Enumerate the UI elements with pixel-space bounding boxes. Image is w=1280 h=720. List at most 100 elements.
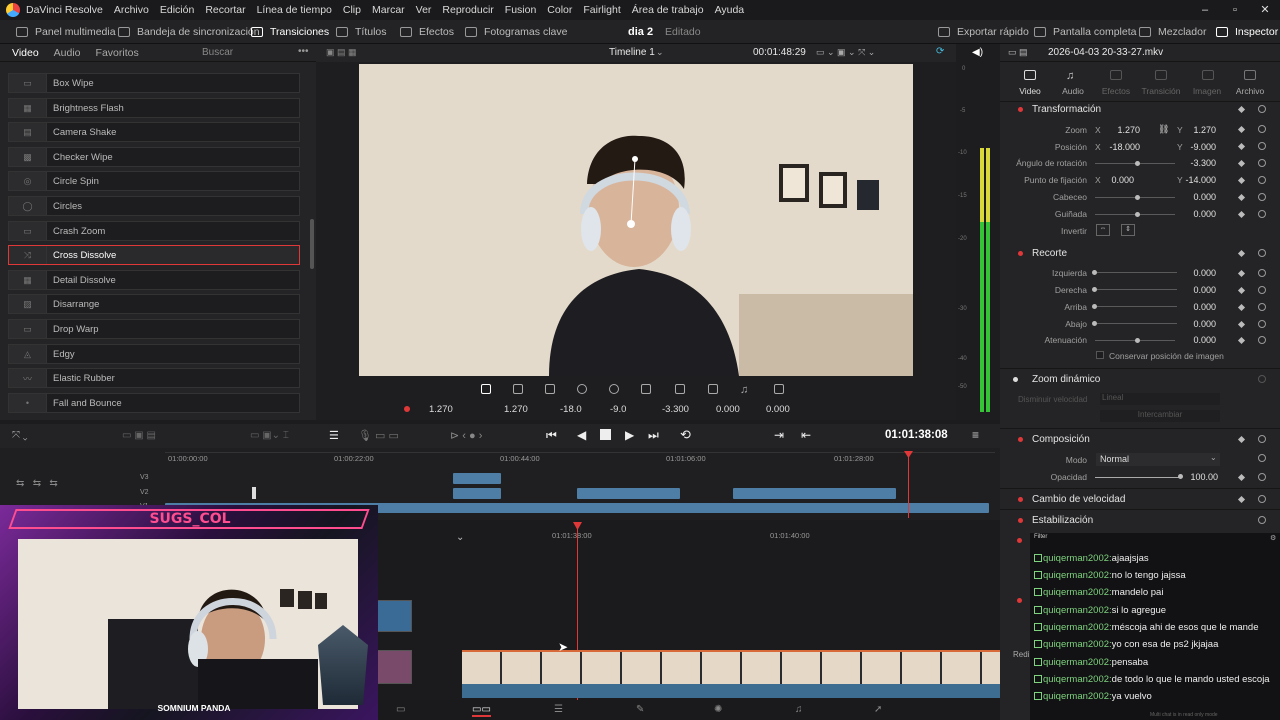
dynamic-zoom-section-title[interactable]: Zoom dinámico xyxy=(1032,374,1100,385)
timeline-clip[interactable] xyxy=(453,488,501,499)
reset-icon[interactable] xyxy=(1258,320,1266,328)
keyframe-icon[interactable] xyxy=(1237,435,1246,444)
transition-item[interactable]: ▤ Camera Shake xyxy=(8,122,300,142)
fusion-overlay-icon[interactable] xyxy=(708,384,718,394)
panel-icon[interactable]: ▭ ▤ xyxy=(1008,47,1028,58)
rotation-field[interactable]: -3.300 xyxy=(1180,158,1216,168)
keyframe-icon[interactable] xyxy=(1237,105,1246,114)
menu-clip[interactable]: Clip xyxy=(343,4,361,16)
crop-section-title[interactable]: Recorte xyxy=(1032,248,1067,259)
zoom-x-field[interactable]: 1.270 xyxy=(1100,125,1140,135)
transform-enabled-dot[interactable] xyxy=(1018,107,1023,112)
video-preview[interactable] xyxy=(359,64,913,376)
crop-left-slider[interactable] xyxy=(1097,272,1177,273)
viewer-pos-y[interactable]: -9.0 xyxy=(610,404,626,415)
retain-image-checkbox[interactable] xyxy=(1096,351,1104,359)
fx-icon[interactable] xyxy=(774,384,784,394)
audio-icon[interactable]: ♫ xyxy=(740,384,750,396)
timeline-clip[interactable] xyxy=(733,488,896,499)
menu-app[interactable]: DaVinci Resolve xyxy=(26,4,103,16)
keyframe-icon[interactable] xyxy=(1237,125,1246,134)
chevron-down-icon[interactable]: ⌄ xyxy=(656,47,664,58)
composite-enabled-dot[interactable] xyxy=(1018,437,1023,442)
tab-favoritos[interactable]: Favoritos xyxy=(96,47,139,59)
opacity-slider[interactable] xyxy=(1095,477,1180,478)
position-x-field[interactable]: -18.000 xyxy=(1100,142,1140,152)
play-around-icon[interactable]: ⊳ ‹ ● › xyxy=(450,429,482,442)
keyframes-button[interactable]: Fotogramas clave xyxy=(465,20,567,44)
stop-icon[interactable] xyxy=(600,429,611,440)
composite-section-title[interactable]: Composición xyxy=(1032,434,1090,445)
reset-icon[interactable] xyxy=(1258,142,1266,150)
prev-edit-icon[interactable]: ⇤ xyxy=(801,428,811,442)
fusion-page-icon[interactable]: ✎ xyxy=(636,704,644,715)
crop-bottom-slider[interactable] xyxy=(1097,323,1177,324)
anchor-y-field[interactable]: -14.000 xyxy=(1180,175,1216,185)
loop-icon[interactable]: ⟲ xyxy=(680,427,691,443)
position-y-field[interactable]: -9.000 xyxy=(1180,142,1216,152)
edit-page-icon[interactable]: ▭▭ xyxy=(472,704,491,717)
chevron-down-icon[interactable]: ⌄ xyxy=(456,532,464,543)
viewer-zoom-x[interactable]: 1.270 xyxy=(429,404,453,415)
speed-change-dot[interactable] xyxy=(1018,497,1023,502)
search-input[interactable]: Buscar xyxy=(202,47,233,58)
keyframe-icon[interactable] xyxy=(1237,320,1246,329)
crop-top-field[interactable]: 0.000 xyxy=(1180,302,1216,312)
sync-icon[interactable]: ⟳ xyxy=(936,46,944,57)
keyframe-icon[interactable] xyxy=(1237,473,1246,482)
menu-linea-tiempo[interactable]: Línea de tiempo xyxy=(257,4,332,16)
crop-enabled-dot[interactable] xyxy=(1018,251,1023,256)
tab-video[interactable]: Video xyxy=(12,47,39,59)
dynamic-zoom-dot[interactable] xyxy=(1013,377,1018,382)
reset-icon[interactable] xyxy=(1258,435,1266,443)
pitch-field[interactable]: 0.000 xyxy=(1180,192,1216,202)
zoom-y-field[interactable]: 1.270 xyxy=(1180,125,1216,135)
transform-section-title[interactable]: Transformación xyxy=(1032,104,1101,115)
track-tools-icons[interactable]: ⇆ ⇆ ⇆ xyxy=(16,478,58,489)
reset-icon[interactable] xyxy=(1258,473,1266,481)
timeline-clip[interactable] xyxy=(453,473,501,484)
playhead-marker[interactable] xyxy=(904,451,913,458)
reset-icon[interactable] xyxy=(1258,516,1266,524)
slider-knob[interactable] xyxy=(1135,161,1140,166)
link-icon[interactable]: ⛓ xyxy=(1158,124,1169,135)
open-fx-icon[interactable] xyxy=(577,384,587,394)
tab-inspector-effects[interactable]: Efectos xyxy=(1096,86,1136,96)
flip-horizontal-icon[interactable]: ⇔ xyxy=(1096,224,1110,236)
annotations-icon[interactable] xyxy=(609,384,619,394)
stabilization-dot[interactable] xyxy=(1018,518,1023,523)
tab-inspector-image[interactable]: Imagen xyxy=(1187,86,1227,96)
tab-inspector-audio[interactable]: Audio xyxy=(1053,86,1093,96)
video-clip-thumbnail[interactable] xyxy=(376,650,412,684)
keyframe-icon[interactable] xyxy=(1237,142,1246,151)
menu-fusion[interactable]: Fusion xyxy=(505,4,537,16)
reset-icon[interactable] xyxy=(1258,105,1266,113)
fullscreen-button[interactable]: Pantalla completa xyxy=(1034,20,1136,44)
menu-icon[interactable]: ≡ xyxy=(972,428,979,442)
speaker-icon[interactable]: ◀) xyxy=(972,47,983,58)
chat-filter-label[interactable]: Filter xyxy=(1034,534,1047,540)
effects-button[interactable]: Efectos xyxy=(400,20,454,44)
menu-area-trabajo[interactable]: Área de trabajo xyxy=(632,4,704,16)
flip-vertical-icon[interactable]: ⇕ xyxy=(1121,224,1135,236)
magic-mask-icon[interactable] xyxy=(641,384,651,394)
reset-icon[interactable] xyxy=(1258,125,1266,133)
reset-icon[interactable] xyxy=(1258,336,1266,344)
slider-knob[interactable] xyxy=(1135,212,1140,217)
audio-tools-icons[interactable]: 🎙 ▭ ▭ xyxy=(358,429,399,442)
opacity-field[interactable]: 100.00 xyxy=(1180,472,1218,482)
sync-bin-button[interactable]: Bandeja de sincronización xyxy=(118,20,260,44)
menu-color[interactable]: Color xyxy=(547,4,572,16)
yaw-field[interactable]: 0.000 xyxy=(1180,209,1216,219)
media-pool-button[interactable]: Panel multimedia xyxy=(16,20,116,44)
reset-icon[interactable] xyxy=(1258,495,1266,503)
keyframe-icon[interactable] xyxy=(1237,336,1246,345)
transition-item[interactable]: ▨ Disarrange xyxy=(8,294,300,314)
color-page-icon[interactable]: ✺ xyxy=(714,704,722,715)
mixer-button[interactable]: Mezclador xyxy=(1139,20,1206,44)
scrollbar[interactable] xyxy=(310,219,314,269)
keyframe-icon[interactable] xyxy=(1237,269,1246,278)
dynamic-zoom-icon[interactable] xyxy=(545,384,555,394)
gear-icon[interactable]: ⚙ xyxy=(1270,534,1276,542)
reset-icon[interactable] xyxy=(1258,249,1266,257)
